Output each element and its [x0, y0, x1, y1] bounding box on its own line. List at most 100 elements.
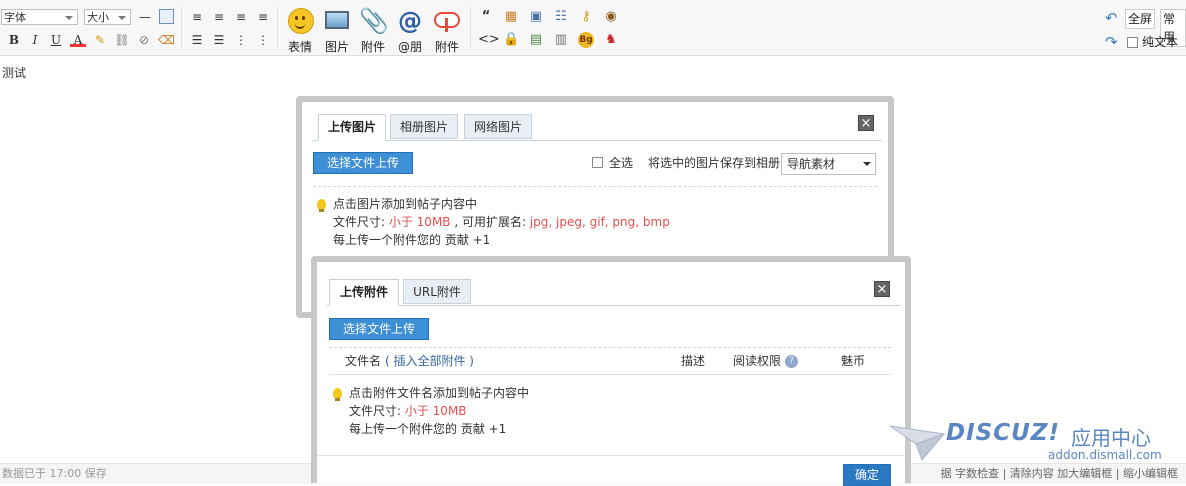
- flash-icon[interactable]: ◉: [603, 9, 619, 25]
- index-icon[interactable]: ☷: [553, 9, 569, 25]
- bold-icon[interactable]: B: [6, 32, 22, 48]
- allowed-extensions: jpg, jpeg, gif, png, bmp: [529, 215, 670, 229]
- align-right-icon[interactable]: ≡: [233, 9, 249, 25]
- dashed-divider: [313, 186, 877, 187]
- editor-content[interactable]: 测试: [2, 64, 26, 81]
- highlight-icon[interactable]: ✎: [92, 32, 108, 48]
- code-icon[interactable]: <>: [478, 32, 500, 48]
- lightbulb-icon: [317, 199, 326, 212]
- unlink-icon[interactable]: ⊘: [136, 32, 152, 48]
- cloud-attach-button[interactable]: 附件: [429, 8, 465, 55]
- float-right-icon[interactable]: ☰: [211, 32, 227, 48]
- emotion-button[interactable]: 表情: [282, 8, 318, 55]
- chevron-down-icon: [65, 16, 73, 20]
- close-icon[interactable]: ×: [858, 115, 874, 131]
- attach-label: 附件: [360, 40, 385, 54]
- hide-icon[interactable]: ▦: [503, 9, 519, 25]
- tab-album-image[interactable]: 相册图片: [390, 114, 458, 139]
- font-size-value: 大小: [87, 11, 109, 24]
- paper-plane-icon: [889, 425, 946, 461]
- cloud-attach-label: 附件: [434, 40, 459, 54]
- attach-tip-line2: 文件尺寸: 小于 10MB: [349, 402, 467, 420]
- image-tip-line1: 点击图片添加到帖子内容中: [333, 197, 478, 211]
- undo-icon[interactable]: ↶: [1105, 9, 1118, 27]
- bg-icon[interactable]: Bg: [578, 32, 594, 48]
- fullscreen-button[interactable]: 全屏: [1125, 9, 1156, 29]
- image-icon: [323, 8, 351, 34]
- qq-icon[interactable]: ♞: [603, 32, 619, 48]
- chevron-down-icon: [118, 16, 126, 20]
- image-button[interactable]: 图片: [319, 8, 355, 55]
- align-left-icon[interactable]: ≡: [189, 9, 205, 25]
- insert-all-link[interactable]: ( 插入全部附件 ): [385, 352, 474, 370]
- attach-tip-line3: 每上传一个附件您的 贡献 +1: [349, 422, 507, 436]
- dashed-divider: [329, 347, 891, 348]
- unordered-list-icon[interactable]: ⋮: [255, 32, 271, 48]
- link-icon[interactable]: ⛓: [114, 32, 130, 48]
- ordered-list-icon[interactable]: ⋮: [233, 32, 249, 48]
- toolbar-divider: [470, 6, 471, 50]
- tab-divider: [312, 140, 882, 141]
- font-family-select[interactable]: 字体: [1, 9, 78, 25]
- float-left-icon[interactable]: ☰: [189, 32, 205, 48]
- col-filename: 文件名: [345, 354, 382, 368]
- align-justify-icon[interactable]: ≡: [255, 9, 271, 25]
- key-icon[interactable]: ⚷: [578, 9, 594, 25]
- select-all-checkbox[interactable]: [592, 157, 603, 168]
- font-family-value: 字体: [4, 11, 26, 24]
- attach-button[interactable]: 📎 附件: [355, 8, 391, 55]
- watermark-logo: DISCUZ! 应用中心 addon.dismall.com: [888, 420, 1178, 464]
- select-file-upload-button[interactable]: 选择文件上传: [313, 152, 413, 174]
- cloud-upload-icon: [433, 8, 461, 34]
- lock-icon[interactable]: 🔒: [503, 32, 519, 48]
- plain-text-checkbox[interactable]: [1127, 37, 1138, 48]
- lightbulb-icon: [333, 388, 342, 401]
- redo-icon[interactable]: ↷: [1105, 33, 1118, 51]
- smiley-icon: [286, 8, 314, 34]
- col-read-permission: 阅读权限: [733, 354, 782, 368]
- download-icon[interactable]: ▤: [528, 32, 544, 48]
- footer-divider: [317, 455, 905, 456]
- align-center-icon[interactable]: ≡: [211, 9, 227, 25]
- tab-web-image[interactable]: 网络图片: [464, 114, 532, 139]
- image-label: 图片: [324, 40, 349, 54]
- attachment-upload-dialog: 上传附件 URL附件 × 选择文件上传 文件名 ( 插入全部附件 ) 描述 阅读…: [311, 256, 911, 486]
- col-description: 描述: [681, 354, 706, 368]
- size-prefix: 文件尺寸:: [349, 404, 405, 418]
- clear-format-icon[interactable]: ⌫: [158, 32, 175, 48]
- emotion-label: 表情: [287, 40, 312, 54]
- header-divider: [329, 374, 891, 375]
- plain-text-label: 纯文本: [1142, 35, 1179, 49]
- album-select[interactable]: 导航素材: [781, 153, 876, 175]
- paperclip-icon: 📎: [359, 7, 389, 35]
- layout-icon[interactable]: ▥: [553, 32, 569, 48]
- attach-dialog-body: 上传附件 URL附件 × 选择文件上传 文件名 ( 插入全部附件 ) 描述 阅读…: [317, 262, 905, 486]
- tab-url-attachment[interactable]: URL附件: [403, 279, 471, 304]
- tab-upload-image[interactable]: 上传图片: [318, 114, 386, 141]
- help-icon[interactable]: ?: [785, 355, 798, 368]
- at-friend-label: @朋: [397, 40, 422, 54]
- attach-tip-line1: 点击附件文件名添加到帖子内容中: [349, 386, 530, 400]
- horizontal-rule-icon[interactable]: —: [137, 9, 153, 25]
- at-friend-button[interactable]: @ @朋: [392, 8, 428, 55]
- col-coin: 魅币: [841, 354, 866, 368]
- table-icon[interactable]: [159, 9, 174, 24]
- image-tip-line2: 文件尺寸: 小于 10MB , 可用扩展名: jpg, jpeg, gif, p…: [333, 213, 670, 231]
- select-file-upload-button[interactable]: 选择文件上传: [329, 318, 429, 340]
- autosave-status: 数据已于 17:00 保存: [2, 467, 107, 480]
- size-prefix: 文件尺寸:: [333, 215, 389, 229]
- at-icon: @: [398, 7, 422, 35]
- close-icon[interactable]: ×: [874, 281, 890, 297]
- editor-actions[interactable]: 据 字数检查 | 清除内容 加大编辑框 | 缩小编辑框: [941, 464, 1178, 484]
- italic-icon[interactable]: I: [27, 32, 43, 48]
- font-color-icon[interactable]: A: [70, 32, 86, 47]
- page-icon[interactable]: ▣: [528, 9, 544, 25]
- underline-icon[interactable]: U: [48, 32, 64, 48]
- font-size-select[interactable]: 大小: [84, 9, 131, 25]
- select-all-label: 全选: [609, 156, 634, 170]
- toolbar-divider: [277, 6, 278, 50]
- quote-icon[interactable]: “: [478, 9, 494, 25]
- tab-upload-attachment[interactable]: 上传附件: [329, 279, 399, 306]
- size-limit: 小于 10MB: [404, 404, 467, 418]
- toolbar-divider: [181, 6, 182, 50]
